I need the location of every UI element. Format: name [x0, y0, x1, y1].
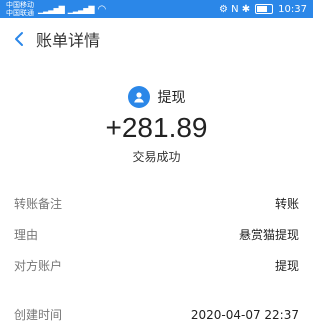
signal-icon: ▁▂▃▅▇ — [38, 4, 65, 14]
user-icon — [127, 86, 150, 108]
payee: 提现 — [0, 86, 313, 108]
detail-value: 转账 — [274, 197, 299, 211]
carrier-2: 中国联通 — [6, 9, 34, 17]
transaction-status: 交易成功 — [132, 150, 181, 164]
detail-row-account: 对方账户 提现 — [0, 250, 313, 281]
detail-label: 对方账户 — [14, 259, 63, 273]
carrier-1: 中国移动 — [6, 1, 34, 9]
signal-icon-2: ▁▂▃▅▇ — [67, 4, 95, 14]
system-icons: ⚙ N ✱ — [218, 3, 251, 15]
status-left: 中国移动 中国联通 ▁▂▃▅▇ ▁▂▃▅▇ ◠ — [6, 1, 106, 17]
battery-icon — [255, 4, 274, 14]
clock: 10:37 — [278, 3, 307, 15]
detail-value: 2020-04-07 22:37 — [190, 307, 299, 322]
detail-list: 转账备注 转账 理由 悬赏猫提现 对方账户 提现 创建时间 2020-04-07… — [0, 188, 313, 330]
detail-row-reason: 理由 悬赏猫提现 — [0, 219, 313, 250]
detail-row-created-time: 创建时间 2020-04-07 22:37 — [0, 299, 313, 330]
detail-value: 提现 — [274, 259, 299, 273]
detail-row-remark: 转账备注 转账 — [0, 188, 313, 219]
payee-name: 提现 — [157, 90, 186, 106]
user-svg — [133, 92, 144, 103]
wifi-icon: ◠ — [97, 3, 107, 15]
amount: +281.89 — [105, 112, 208, 143]
status-bar: 中国移动 中国联通 ▁▂▃▅▇ ▁▂▃▅▇ ◠ ⚙ N ✱ 10:37 — [0, 0, 313, 18]
detail-label: 转账备注 — [14, 197, 63, 211]
chevron-left-icon[interactable] — [10, 30, 28, 48]
detail-label: 创建时间 — [14, 308, 63, 322]
detail-label: 理由 — [14, 228, 39, 242]
status-right: ⚙ N ✱ 10:37 — [219, 4, 307, 15]
page-title: 账单详情 — [36, 31, 101, 50]
carrier-info: 中国移动 中国联通 — [6, 1, 34, 17]
transaction-summary: 提现 +281.89 交易成功 — [0, 60, 313, 188]
battery-fill — [257, 6, 268, 12]
detail-value: 悬赏猫提现 — [238, 228, 299, 242]
header: 账单详情 — [0, 18, 313, 60]
chevron-left-svg — [15, 32, 23, 46]
